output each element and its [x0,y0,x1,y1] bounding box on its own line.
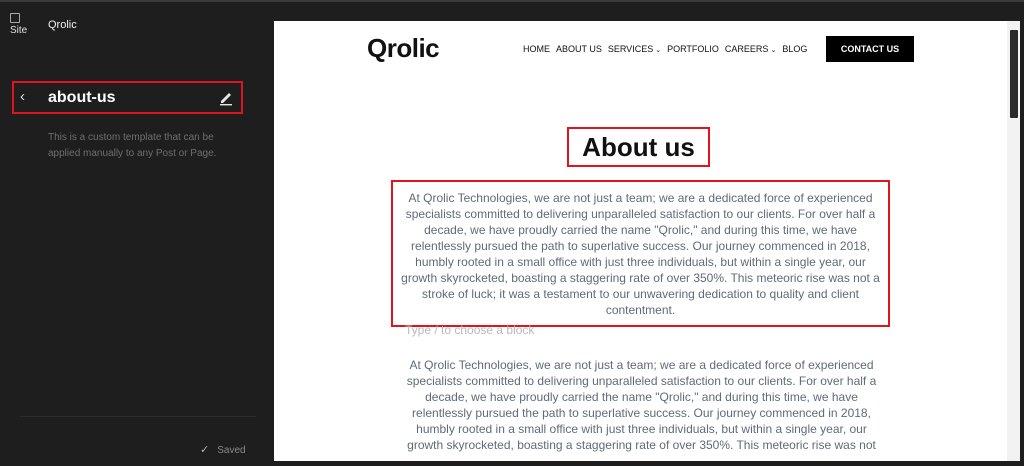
nav-home[interactable]: HOME [523,44,550,54]
contact-us-button[interactable]: CONTACT US [826,36,914,62]
back-button[interactable]: ‹ [20,88,32,106]
nav-services[interactable]: SERVICES ⌄ [608,44,661,54]
about-paragraph-2[interactable]: At Qrolic Technologies, we are not just … [399,357,884,453]
nav-services-label: SERVICES [607,44,654,54]
sidebar-divider [20,416,256,417]
about-paragraph[interactable]: At Qrolic Technologies, we are not just … [393,182,888,318]
chevron-down-icon: ⌄ [770,47,777,54]
template-preview[interactable]: Qrolic HOME ABOUT US SERVICES ⌄ PORTFOLIO… [274,21,1007,461]
site-icon[interactable]: Site [10,13,32,41]
sidebar: Site Qrolic ‹ about-us This is a custom … [0,2,273,466]
site-title: Qrolic [48,19,77,31]
preview-scrollbar-thumb[interactable] [1010,30,1018,118]
nav-careers-label: CAREERS [724,44,769,54]
template-name: about-us [48,89,116,106]
broken-image-icon [10,13,20,23]
site-logo[interactable]: Qrolic [367,33,440,64]
paragraph-highlight: At Qrolic Technologies, we are not just … [391,180,890,327]
nav-careers[interactable]: CAREERS ⌄ [725,44,776,54]
pencil-icon [220,93,232,106]
template-description: This is a custom template that can be ap… [48,132,217,159]
block-placeholder[interactable]: Type / to choose a block [405,323,534,337]
edit-template-button[interactable] [218,88,234,106]
template-header: ‹ about-us [12,81,243,114]
main-navigation: HOME ABOUT US SERVICES ⌄ PORTFOLIO CAREER… [523,44,807,54]
save-status: ✓ Saved [200,443,246,458]
heading-highlight: About us [567,127,710,167]
checkmark-icon: ✓ [200,444,210,456]
saved-label: Saved [217,445,246,456]
chevron-down-icon: ⌄ [655,47,662,54]
nav-blog[interactable]: BLOG [782,44,807,54]
nav-about-us[interactable]: ABOUT US [556,44,602,54]
site-icon-alt: Site [10,25,28,36]
chevron-left-icon: ‹ [20,88,25,105]
nav-portfolio[interactable]: PORTFOLIO [667,44,719,54]
page-heading[interactable]: About us [569,129,708,165]
